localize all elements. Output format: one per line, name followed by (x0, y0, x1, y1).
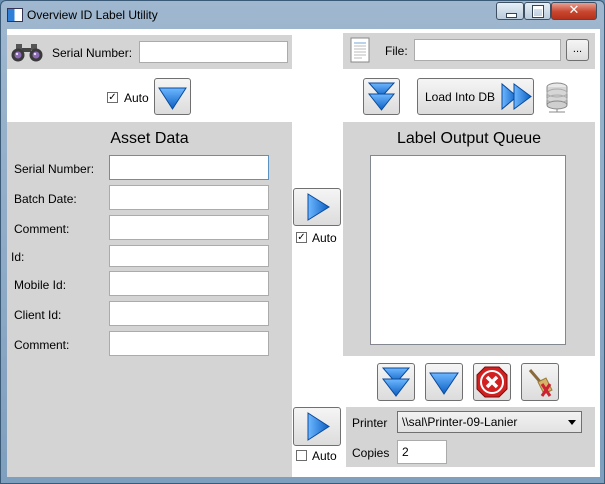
app-window: Overview ID Label Utility ✕ Serial Numbe… (0, 0, 605, 484)
maximize-icon (532, 5, 544, 18)
auto-lookup-label: Auto (124, 91, 149, 105)
browse-button-label: ... (572, 43, 583, 55)
app-icon (7, 8, 23, 22)
queue-remove-button[interactable] (473, 363, 511, 401)
broom-clear-icon (528, 369, 553, 397)
id-input[interactable] (109, 245, 269, 267)
fetch-asset-button[interactable] (154, 78, 191, 115)
batch-date-input[interactable] (109, 185, 269, 210)
client-area: Serial Number: File: ... ✓ Auto Load Int… (7, 29, 600, 477)
comment-2-input[interactable] (109, 331, 269, 356)
auto-queue-checkbox[interactable]: ✓ (296, 232, 307, 243)
mobile-id-input[interactable] (109, 271, 269, 296)
chevron-down-icon (568, 420, 576, 425)
printer-select[interactable]: \\sal\Printer-09-Lanier (397, 411, 582, 433)
file-path-input[interactable] (414, 39, 561, 61)
serial-search-panel: Serial Number: (7, 35, 292, 69)
printer-label: Printer (352, 416, 388, 430)
serial-number-search-input[interactable] (139, 41, 288, 63)
comment-2-label: Comment: (14, 338, 70, 352)
asset-serial-number-label: Serial Number: (14, 162, 95, 176)
double-arrow-right-icon (501, 82, 532, 111)
document-icon (350, 37, 370, 63)
browse-button[interactable]: ... (566, 39, 589, 61)
delete-icon (476, 366, 508, 398)
asset-serial-number-input[interactable] (109, 155, 269, 180)
double-arrow-down-icon (367, 82, 396, 111)
add-to-queue-button[interactable] (293, 188, 341, 226)
label-output-queue-list[interactable] (370, 155, 566, 345)
minimize-icon (506, 13, 517, 18)
client-id-input[interactable] (109, 301, 269, 326)
maximize-button[interactable] (524, 2, 551, 20)
queue-move-all-down-button[interactable] (377, 363, 415, 401)
database-icon (546, 82, 568, 113)
label-output-queue-title: Label Output Queue (396, 130, 542, 147)
auto-lookup-checkbox[interactable]: ✓ (107, 92, 118, 103)
queue-clear-button[interactable] (521, 363, 559, 401)
auto-print-checkbox[interactable] (296, 450, 307, 461)
auto-queue-label: Auto (312, 231, 337, 245)
binoculars-icon (11, 44, 43, 62)
close-button[interactable]: ✕ (551, 2, 597, 20)
batch-date-label: Batch Date: (14, 192, 77, 206)
serial-number-label: Serial Number: (52, 46, 133, 60)
printer-panel: Printer \\sal\Printer-09-Lanier Copies 2 (346, 407, 595, 467)
arrow-down-icon (158, 87, 187, 110)
copies-input[interactable]: 2 (397, 440, 447, 464)
asset-data-title: Asset Data (110, 130, 189, 147)
print-button[interactable] (293, 407, 341, 446)
file-panel: File: ... (343, 33, 595, 69)
window-title: Overview ID Label Utility (27, 8, 158, 22)
label-output-queue-panel: Label Output Queue (343, 122, 595, 356)
arrow-down-icon (429, 372, 459, 395)
comment-input[interactable] (109, 215, 269, 240)
close-icon: ✕ (568, 3, 580, 18)
copies-label: Copies (352, 446, 390, 460)
file-label: File: (385, 44, 408, 58)
printer-selected-value: \\sal\Printer-09-Lanier (402, 415, 518, 429)
comment-label: Comment: (14, 222, 70, 236)
copies-value: 2 (402, 445, 409, 459)
queue-move-down-button[interactable] (425, 363, 463, 401)
arrow-right-icon (307, 412, 330, 441)
minimize-button[interactable] (496, 2, 524, 20)
double-arrow-down-icon (381, 367, 411, 397)
load-into-db-button[interactable]: Load Into DB (417, 78, 534, 115)
title-bar[interactable]: Overview ID Label Utility ✕ (1, 1, 604, 29)
client-id-label: Client Id: (14, 308, 62, 322)
id-label: Id: (11, 250, 25, 264)
auto-print-label: Auto (312, 449, 337, 463)
arrow-right-icon (307, 193, 330, 221)
import-file-button[interactable] (363, 78, 400, 115)
mobile-id-label: Mobile Id: (14, 278, 67, 292)
load-into-db-label: Load Into DB (425, 90, 496, 104)
asset-data-panel: Asset Data Serial Number: Batch Date: Co… (7, 122, 292, 477)
